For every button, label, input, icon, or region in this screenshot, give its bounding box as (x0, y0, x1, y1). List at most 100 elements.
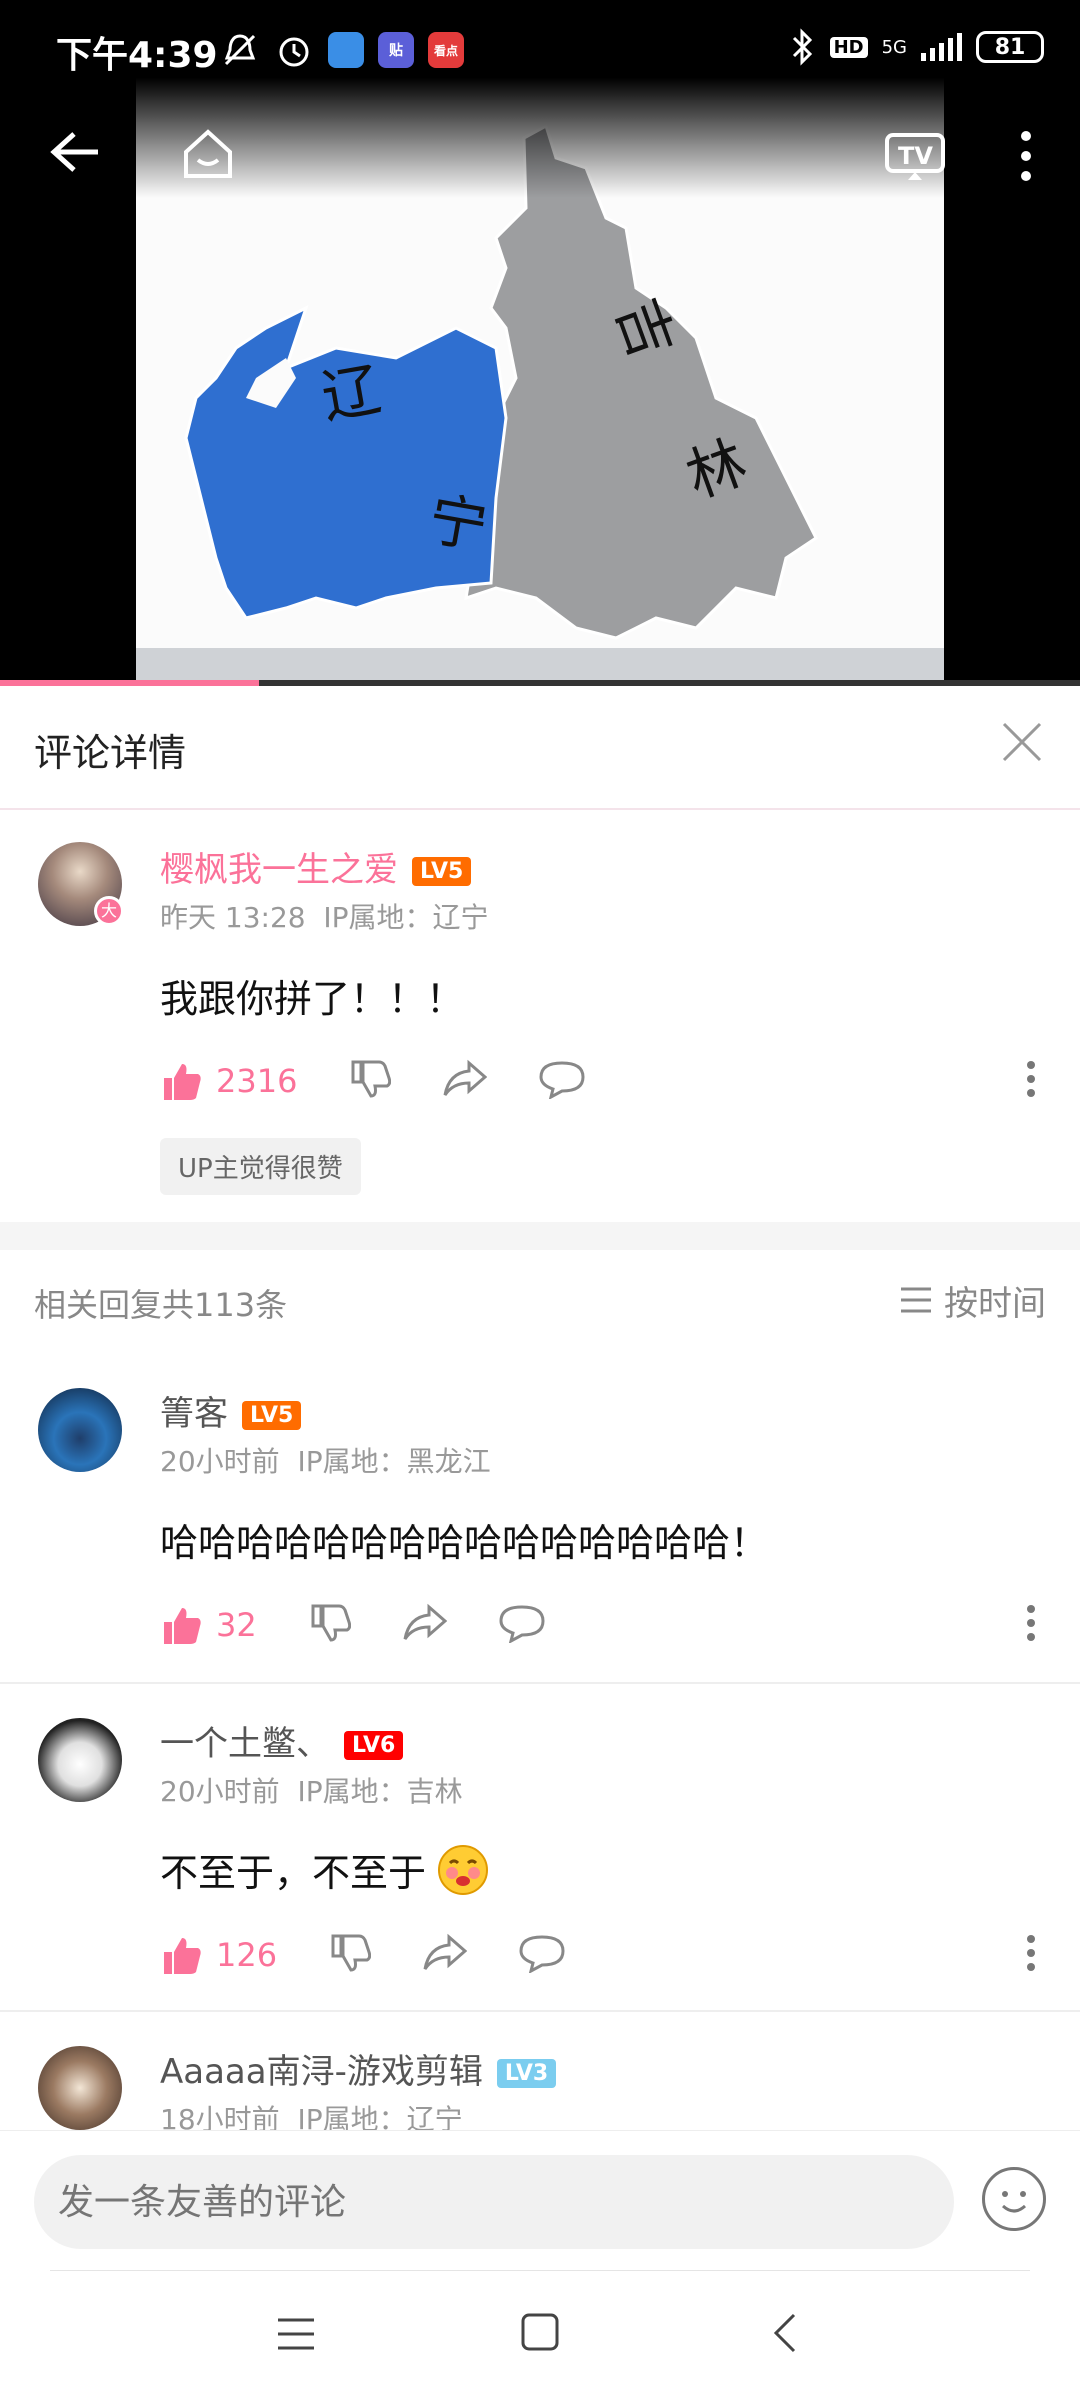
comment-content: 我跟你拼了！！！ (160, 977, 465, 1021)
share-button[interactable] (423, 1933, 468, 1977)
thumbs-down-icon (351, 1060, 392, 1098)
comment-input-bar (0, 2130, 1080, 2270)
replies-count: 相关回复共113条 (34, 1286, 288, 1324)
username-text: 一个土鳖、 (160, 1724, 330, 1764)
like-button[interactable]: 32 (160, 1604, 257, 1646)
video-frame[interactable]: 吉 林 辽 宁 (136, 78, 944, 686)
level-badge: LV5 (242, 1401, 302, 1430)
dislike-button[interactable] (349, 1058, 392, 1104)
reply-more-icon[interactable] (1026, 1934, 1036, 1981)
close-icon[interactable] (1000, 714, 1044, 777)
home-icon[interactable] (180, 126, 236, 195)
reply-actions: 126 (160, 1932, 565, 1978)
reply-ip: IP属地：吉林 (297, 1775, 463, 1808)
like-count: 32 (216, 1606, 257, 1644)
like-button[interactable]: 126 (160, 1934, 277, 1976)
reply-content: 哈哈哈哈哈哈哈哈哈哈哈哈哈哈哈！ (160, 1521, 769, 1565)
comment-time: 昨天 13:28 (160, 901, 306, 934)
alarm-icon (279, 37, 309, 67)
bluetooth-icon (792, 28, 812, 66)
reply-username[interactable]: 箐客 LV5 (160, 1386, 302, 1435)
blush-emoji-icon (438, 1844, 489, 1895)
signal-icon (921, 33, 962, 61)
network-type: 5G (881, 36, 907, 58)
battery-icon: 81 (976, 31, 1044, 63)
tieba-notification-icon: 贴 (378, 32, 414, 68)
level-badge: LV3 (496, 2059, 557, 2088)
reply-username[interactable]: 一个土鳖、 LV6 (160, 1716, 404, 1765)
reply-username[interactable]: Aaaaa南浔-游戏剪辑 LV3 (160, 2044, 557, 2093)
tv-cast-icon[interactable]: TV (884, 132, 946, 195)
username-text: 箐客 (160, 1394, 228, 1434)
thumbs-up-icon (164, 1938, 201, 1974)
reply-actions: 32 (160, 1602, 545, 1648)
comment-ip: IP属地：辽宁 (323, 901, 489, 934)
reply-button[interactable] (539, 1059, 585, 1103)
comment-icon (499, 1605, 545, 1644)
reply-content: 不至于，不至于 (160, 1842, 490, 1897)
dislike-button[interactable] (329, 1932, 372, 1978)
recent-apps-icon[interactable] (276, 2316, 316, 2356)
username-text: Aaaaa南浔-游戏剪辑 (160, 2052, 483, 2092)
back-arrow-icon[interactable] (50, 124, 102, 187)
username-text: 樱枫我一生之爱 (160, 850, 398, 890)
avatar[interactable] (38, 1718, 122, 1802)
reply-time: 20小时前 (160, 1775, 280, 1808)
reply-ip: IP属地：黑龙江 (297, 1445, 491, 1478)
vip-badge: 大 (94, 896, 124, 926)
level-badge: LV6 (344, 1731, 404, 1760)
reply-button[interactable] (499, 1603, 545, 1647)
map-label-liaoning-2: 宁 (424, 485, 493, 562)
dislike-button[interactable] (309, 1602, 351, 1648)
mute-notification-icon (224, 34, 256, 66)
status-icons-right: HD 5G 81 (790, 28, 1044, 66)
sort-button[interactable]: 按时间 (899, 1276, 1046, 1325)
row-divider (0, 1682, 1080, 1684)
avatar[interactable] (38, 1388, 122, 1472)
sort-icon (901, 1287, 932, 1313)
reply-time: 20小时前 (160, 1445, 280, 1478)
system-navigation-bar (0, 2270, 1080, 2400)
thumbs-down-icon (311, 1604, 351, 1642)
share-button[interactable] (403, 1603, 447, 1647)
reply-text: 不至于，不至于 (160, 1851, 427, 1895)
level-badge: LV5 (412, 857, 472, 886)
comment-username[interactable]: 樱枫我一生之爱 LV5 (160, 842, 472, 891)
comment-icon (539, 1061, 585, 1100)
comment-more-icon[interactable] (1026, 1060, 1036, 1107)
reply-meta: 20小时前 IP属地：吉林 (160, 1770, 463, 1810)
comment-input[interactable] (34, 2155, 954, 2249)
like-button[interactable]: 2316 (160, 1060, 297, 1102)
thumbs-down-icon (331, 1934, 372, 1972)
page-title: 评论详情 (34, 731, 187, 775)
reply-meta: 20小时前 IP属地：黑龙江 (160, 1440, 491, 1480)
avatar[interactable] (38, 2046, 122, 2130)
comment-meta: 昨天 13:28 IP属地：辽宁 (160, 896, 489, 936)
emoji-icon[interactable] (982, 2167, 1046, 2231)
more-options-icon[interactable] (1016, 128, 1036, 197)
status-icons-left: 贴 看点 (220, 30, 464, 70)
thumbs-up-icon (164, 1608, 201, 1644)
kandian-notification-icon: 看点 (428, 32, 464, 68)
section-divider (0, 1222, 1080, 1250)
battery-level: 81 (994, 34, 1026, 60)
comment-actions: 2316 (160, 1058, 585, 1104)
back-nav-icon[interactable] (770, 2312, 798, 2358)
like-count: 126 (216, 1936, 278, 1974)
share-icon (423, 1933, 468, 1970)
app-notification-icon (328, 32, 364, 68)
reply-button[interactable] (519, 1933, 565, 1977)
hd-icon: HD (829, 36, 868, 58)
thumbs-up-icon (164, 1064, 201, 1100)
like-count: 2316 (216, 1062, 298, 1100)
comment-detail-header: 评论详情 (0, 686, 1080, 810)
sort-label: 按时间 (944, 1284, 1046, 1324)
nav-divider (50, 2270, 1030, 2271)
reply-more-icon[interactable] (1026, 1604, 1036, 1651)
comment-icon (519, 1935, 565, 1974)
home-nav-icon[interactable] (520, 2312, 560, 2356)
up-liked-badge: UP主觉得很赞 (160, 1138, 361, 1195)
video-top-shade (136, 78, 944, 198)
svg-text:TV: TV (898, 142, 933, 170)
share-button[interactable] (443, 1059, 488, 1103)
